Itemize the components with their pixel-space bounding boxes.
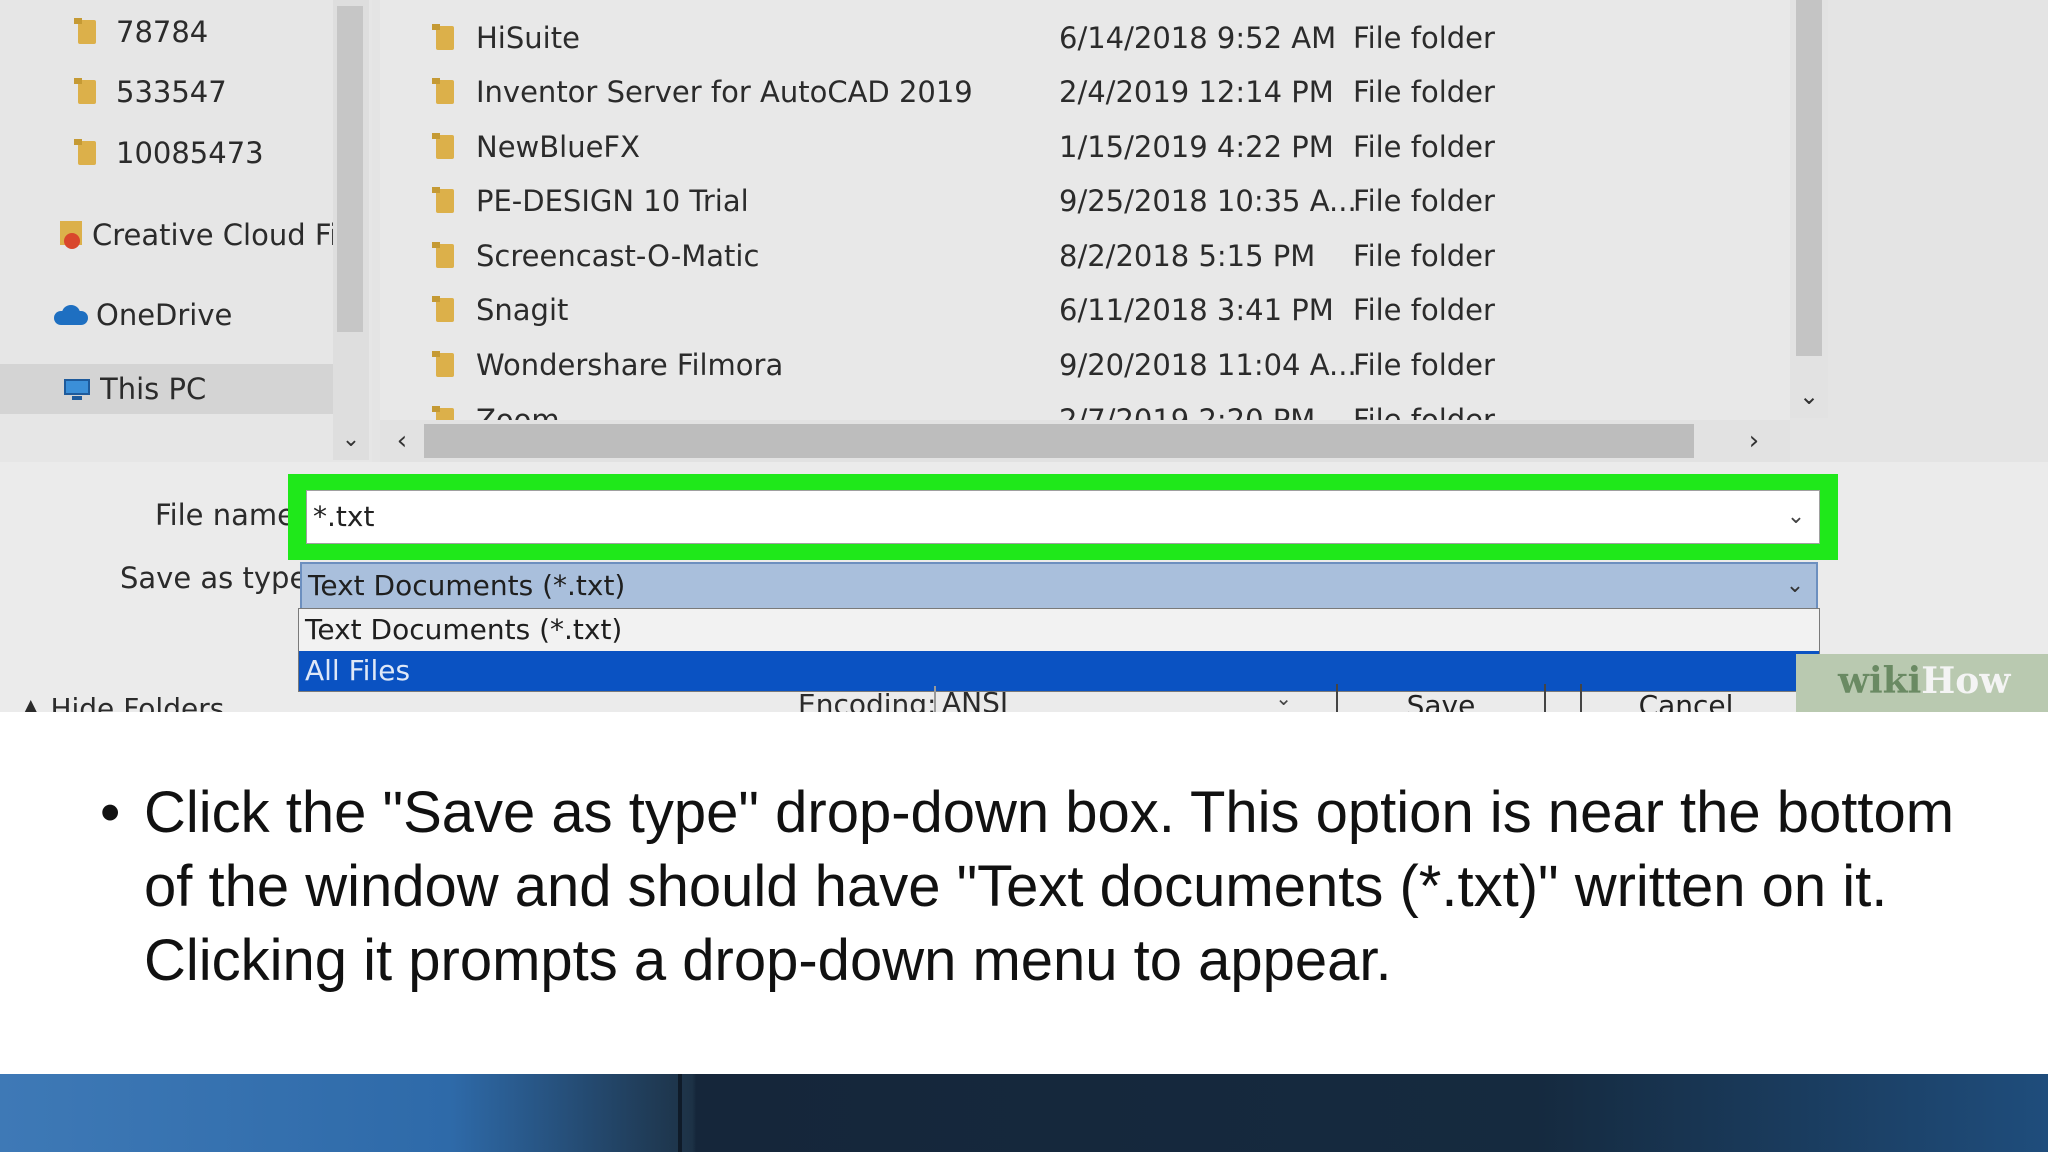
chevron-right-icon[interactable]: › <box>1732 420 1776 462</box>
file-name: NewBlueFX <box>476 130 640 164</box>
file-date: 2/7/2019 2:20 PM <box>1059 403 1316 420</box>
save-as-type-dropdown: Text Documents (*.txt) All Files <box>298 608 1820 692</box>
file-row[interactable]: HiSuite 6/14/2018 9:52 AM File folder <box>380 12 1780 66</box>
file-name: Wondershare Filmora <box>476 348 784 382</box>
file-name: HiSuite <box>476 21 580 55</box>
file-row[interactable]: Zoom 2/7/2019 2:20 PM File folder <box>380 394 1780 420</box>
wikihow-watermark: wikiHow <box>1838 660 2011 702</box>
folder-icon <box>432 187 458 215</box>
file-name-label: File name: <box>155 498 305 532</box>
save-button[interactable]: Save <box>1336 684 1546 712</box>
file-date: 2/4/2019 12:14 PM <box>1059 75 1334 109</box>
save-as-type-select[interactable]: Text Documents (*.txt) ⌄ <box>300 562 1818 610</box>
file-row[interactable]: NewBlueFX 1/15/2019 4:22 PM File folder <box>380 121 1780 175</box>
dropdown-option-text-documents[interactable]: Text Documents (*.txt) <box>299 610 1819 650</box>
nav-item-onedrive[interactable]: OneDrive <box>52 290 232 340</box>
nav-item-label: 78784 <box>116 15 209 49</box>
file-list-horizontal-scrollbar[interactable]: ‹ › <box>380 420 1790 462</box>
file-type: File folder <box>1353 75 1495 109</box>
caption-text: Click the "Save as type" drop-down box. … <box>144 780 1955 993</box>
file-date: 9/25/2018 10:35 A... <box>1059 184 1357 218</box>
hide-folders-button[interactable]: ▲ Hide Folders <box>20 692 224 712</box>
nav-item-10085473[interactable]: 10085473 <box>74 128 264 178</box>
encoding-select[interactable]: ANSI ⌄ <box>934 686 1300 712</box>
encoding-value: ANSI <box>942 686 1009 712</box>
cancel-button[interactable]: Cancel <box>1580 684 1790 712</box>
folder-icon <box>432 406 458 420</box>
save-as-type-label: Save as type: <box>120 561 318 595</box>
chevron-up-icon: ▲ <box>20 692 42 712</box>
file-type: File folder <box>1353 184 1495 218</box>
file-list-vertical-scrollbar[interactable]: ⌄ <box>1790 0 1828 418</box>
file-name: Zoom <box>476 403 560 420</box>
file-date: 6/11/2018 3:41 PM <box>1059 293 1334 327</box>
file-type: File folder <box>1353 293 1495 327</box>
chevron-down-icon[interactable]: ⌄ <box>1780 564 1810 608</box>
folder-icon <box>432 296 458 324</box>
nav-item-label: OneDrive <box>96 298 233 332</box>
folder-icon <box>74 78 100 106</box>
instruction-caption: • Click the "Save as type" drop-down box… <box>100 776 1980 998</box>
file-row[interactable]: Wondershare Filmora 9/20/2018 11:04 A...… <box>380 339 1780 393</box>
nav-scrollbar[interactable]: ⌄ <box>333 0 369 460</box>
chevron-down-icon: ⌄ <box>1275 686 1292 710</box>
nav-item-label: 533547 <box>116 75 227 109</box>
file-type: File folder <box>1353 348 1495 382</box>
nav-item-label: This PC <box>100 372 207 406</box>
navigation-pane: 78784 533547 10085473 Creative Cloud Fil… <box>0 0 372 462</box>
onedrive-icon <box>52 303 90 327</box>
folder-icon <box>432 242 458 270</box>
file-name-value: *.txt <box>313 500 375 533</box>
folder-icon <box>432 24 458 52</box>
file-date: 9/20/2018 11:04 A... <box>1059 348 1357 382</box>
creative-cloud-icon <box>56 219 86 251</box>
folder-icon <box>74 18 100 46</box>
file-row[interactable]: Inventor Server for AutoCAD 2019 2/4/201… <box>380 66 1780 120</box>
hide-folders-label: Hide Folders <box>50 692 225 712</box>
file-row[interactable]: Screencast-O-Matic 8/2/2018 5:15 PM File… <box>380 230 1780 284</box>
nav-scrollbar-thumb[interactable] <box>337 6 363 332</box>
nav-item-label: 10085473 <box>116 136 264 170</box>
chevron-down-icon[interactable]: ⌄ <box>333 422 369 458</box>
caption-bullet: • <box>100 780 121 845</box>
file-name-input[interactable]: *.txt ⌄ <box>306 490 1820 544</box>
folder-icon <box>432 351 458 379</box>
file-name: PE-DESIGN 10 Trial <box>476 184 749 218</box>
folder-icon <box>432 133 458 161</box>
file-type: File folder <box>1353 130 1495 164</box>
file-date: 1/15/2019 4:22 PM <box>1059 130 1334 164</box>
file-type: File folder <box>1353 21 1495 55</box>
file-date: 6/14/2018 9:52 AM <box>1059 21 1337 55</box>
file-name: Snagit <box>476 293 569 327</box>
file-row[interactable]: PE-DESIGN 10 Trial 9/25/2018 10:35 A... … <box>380 175 1780 229</box>
file-name: Screencast-O-Matic <box>476 239 760 273</box>
footer-divider <box>678 1074 682 1152</box>
encoding-label: Encoding: <box>798 688 937 712</box>
nav-item-creative-cloud-files[interactable]: Creative Cloud Files <box>56 210 334 260</box>
chevron-down-icon[interactable]: ⌄ <box>1781 491 1811 543</box>
folder-icon <box>74 139 100 167</box>
chevron-left-icon[interactable]: ‹ <box>380 420 424 462</box>
chevron-down-icon[interactable]: ⌄ <box>1790 376 1828 416</box>
file-type: File folder <box>1353 403 1495 420</box>
save-as-type-value: Text Documents (*.txt) <box>308 569 626 602</box>
vertical-scrollbar-thumb[interactable] <box>1796 0 1822 356</box>
folder-icon <box>432 78 458 106</box>
save-dialog-screenshot: 78784 533547 10085473 Creative Cloud Fil… <box>0 0 2048 712</box>
file-row[interactable]: Snagit 6/11/2018 3:41 PM File folder <box>380 284 1780 338</box>
file-type: File folder <box>1353 239 1495 273</box>
file-list: HiSuite 6/14/2018 9:52 AM File folder In… <box>380 0 1790 420</box>
nav-item-78784[interactable]: 78784 <box>74 7 208 57</box>
file-date: 8/2/2018 5:15 PM <box>1059 239 1316 273</box>
nav-item-label: Creative Cloud Files <box>92 218 334 252</box>
horizontal-scrollbar-thumb[interactable] <box>424 424 1694 458</box>
computer-icon <box>62 377 92 401</box>
slide-footer-band <box>0 1074 2048 1152</box>
nav-item-this-pc[interactable]: This PC <box>0 364 333 414</box>
file-name: Inventor Server for AutoCAD 2019 <box>476 75 973 109</box>
nav-item-533547[interactable]: 533547 <box>74 67 227 117</box>
